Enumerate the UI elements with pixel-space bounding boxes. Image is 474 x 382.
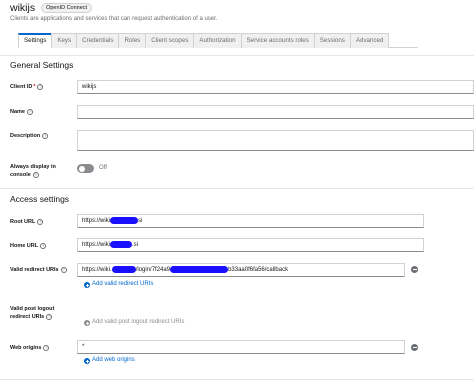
bottom-divider <box>0 379 474 380</box>
help-icon[interactable]: ? <box>37 218 44 225</box>
plus-circle-icon[interactable] <box>84 358 90 364</box>
title-row: wikijs OpenID Connect <box>10 2 93 14</box>
plus-circle-icon[interactable] <box>84 282 90 288</box>
help-icon[interactable]: ? <box>37 83 44 90</box>
web-origins-label: Web origins? <box>10 344 50 351</box>
redaction-mark <box>170 265 229 273</box>
help-icon[interactable]: ? <box>60 266 67 273</box>
web-origins-input[interactable]: * <box>77 340 405 354</box>
tab-credentials[interactable]: Credentials <box>76 33 120 48</box>
root-url-label: Root URL? <box>10 218 44 225</box>
tab-sessions[interactable]: Sessions <box>313 33 351 48</box>
remove-redirect-icon[interactable] <box>411 266 418 273</box>
description-textarea[interactable] <box>77 130 474 151</box>
redaction-mark <box>110 216 139 224</box>
client-id-label: Client ID*? <box>10 83 44 90</box>
page-subtitle: Clients are applications and services th… <box>10 16 218 22</box>
tab-service-accounts-roles[interactable]: Service accounts roles <box>240 33 315 48</box>
name-label: Name? <box>10 108 33 115</box>
always-display-label: Always display in console? <box>10 164 56 178</box>
plus-circle-icon <box>84 320 90 326</box>
home-url-label: Home URL? <box>10 242 47 249</box>
help-icon[interactable]: ? <box>42 132 49 139</box>
description-label: Description? <box>10 132 49 139</box>
toggle-state-text: Off <box>99 165 107 171</box>
help-icon[interactable]: ? <box>26 108 33 115</box>
help-icon[interactable]: ? <box>43 344 50 351</box>
redaction-mark <box>110 240 133 248</box>
tab-authorization[interactable]: Authorization <box>193 33 242 48</box>
tab-settings[interactable]: Settings <box>18 33 53 48</box>
root-url-input[interactable]: https://wiki si <box>77 214 424 228</box>
tab-bar: Settings Keys Credentials Roles Client s… <box>18 33 418 48</box>
always-display-toggle[interactable] <box>77 164 94 173</box>
remove-web-origin-icon[interactable] <box>411 344 418 351</box>
section-divider <box>0 55 474 56</box>
add-web-origins-link[interactable]: Add web origins <box>92 357 135 363</box>
section-divider <box>0 188 474 189</box>
name-input[interactable] <box>77 105 474 119</box>
redirect-uris-label: Valid redirect URIs? <box>10 266 67 273</box>
tab-advanced[interactable]: Advanced <box>349 33 390 48</box>
add-redirect-uri-link[interactable]: Add valid redirect URIs <box>92 281 153 287</box>
home-url-input[interactable]: https://wiki .si <box>77 238 424 252</box>
help-icon[interactable]: ? <box>32 171 39 178</box>
client-id-input[interactable]: wikijs <box>77 80 474 94</box>
add-post-logout-uri-link: Add valid post logout redirect URIs <box>92 319 185 325</box>
protocol-badge: OpenID Connect <box>41 3 93 13</box>
page-title: wikijs <box>10 2 36 14</box>
tab-roles[interactable]: Roles <box>118 33 147 48</box>
tab-client-scopes[interactable]: Client scopes <box>145 33 195 48</box>
general-settings-title: General Settings <box>10 60 74 70</box>
post-logout-label: Valid post logout redirect URIs? <box>10 306 55 320</box>
tab-keys[interactable]: Keys <box>51 33 78 48</box>
redirect-uri-input[interactable]: https://wiki./login/7f24a9 b33aa0f6fa56/c… <box>77 263 405 277</box>
help-icon[interactable]: ? <box>46 313 53 320</box>
help-icon[interactable]: ? <box>40 242 47 249</box>
redaction-mark <box>111 265 136 273</box>
access-settings-title: Access settings <box>10 194 70 204</box>
